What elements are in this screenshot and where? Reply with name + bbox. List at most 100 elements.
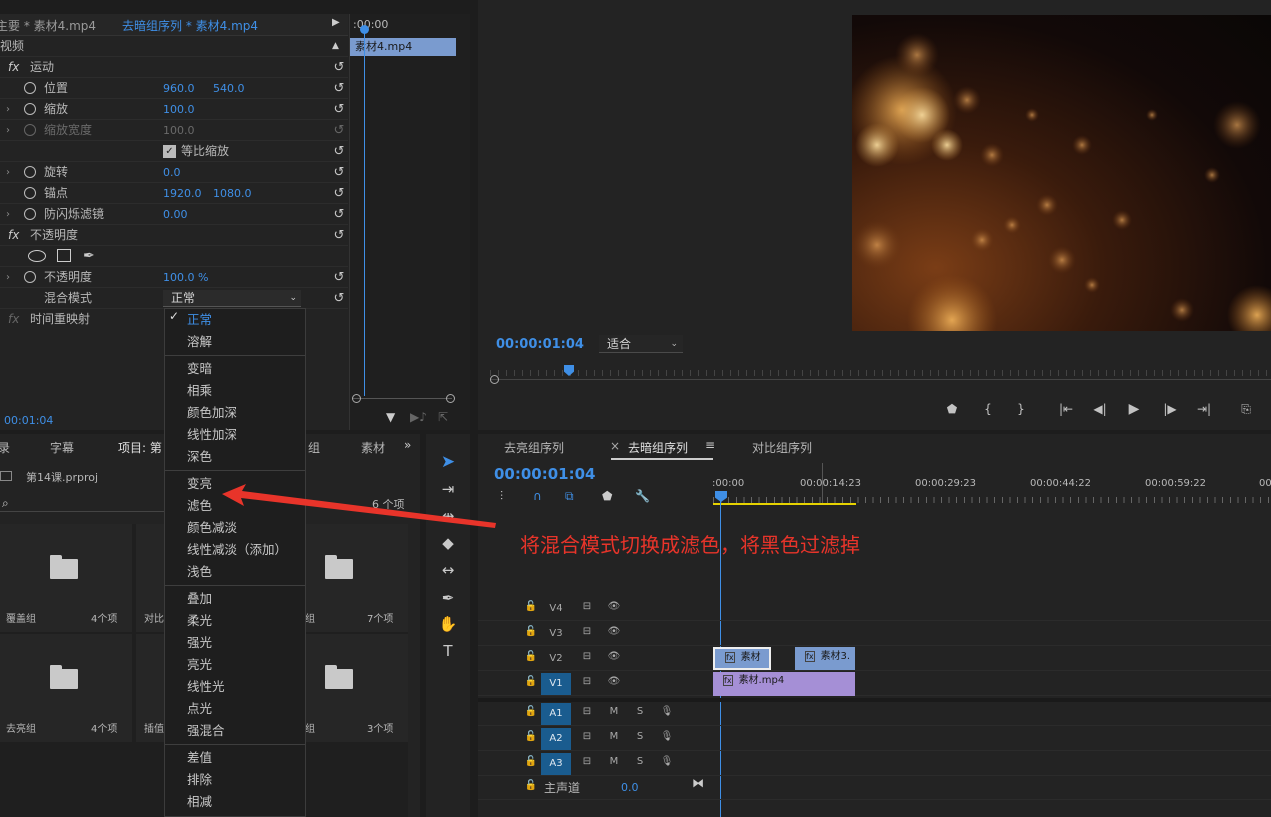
- mark-in-icon[interactable]: {: [976, 399, 1000, 419]
- play-icon[interactable]: ▶: [1122, 399, 1146, 419]
- reset-icon[interactable]: ↺: [330, 288, 348, 309]
- mute-button[interactable]: M: [603, 702, 625, 722]
- blend-menu-item[interactable]: 点光: [165, 698, 305, 720]
- eye-icon[interactable]: 👁: [603, 622, 625, 642]
- stopwatch-icon[interactable]: [24, 208, 36, 220]
- tab-main-clip[interactable]: 主要 * 素材4.mp4: [0, 17, 96, 34]
- fx-icon[interactable]: fx: [8, 225, 19, 246]
- program-video-frame[interactable]: [852, 15, 1271, 331]
- mini-clip[interactable]: 素材4.mp4: [350, 38, 456, 56]
- solo-button[interactable]: S: [629, 752, 651, 772]
- wrench-icon[interactable]: 🔧: [635, 489, 650, 503]
- blend-menu-item[interactable]: 相减: [165, 791, 305, 813]
- uniform-scale-checkbox[interactable]: ✓: [163, 145, 176, 158]
- step-forward-icon[interactable]: |▶: [1158, 399, 1182, 419]
- step-back-icon[interactable]: ◀|: [1088, 399, 1112, 419]
- bin-tile[interactable]: 对比: [136, 524, 166, 632]
- clip-v2-a[interactable]: fx 素材: [713, 647, 771, 670]
- project-search-input[interactable]: [0, 511, 165, 512]
- mic-icon[interactable]: 🎙: [656, 752, 678, 772]
- blend-menu-item[interactable]: 变暗: [165, 358, 305, 380]
- reset-icon[interactable]: ↺: [330, 204, 348, 225]
- tab-seq-compare[interactable]: 对比组序列: [752, 439, 812, 456]
- lock-icon[interactable]: 🔓: [520, 597, 542, 617]
- eye-icon[interactable]: 👁: [603, 672, 625, 692]
- solo-button[interactable]: S: [629, 702, 651, 722]
- blend-menu-item[interactable]: 正常: [165, 309, 305, 331]
- blend-mode-menu[interactable]: ✓ 正常 溶解 变暗 相乘 颜色加深 线性加深 深色 变亮 滤色 颜色减淡 线性减淡（添加） 浅色 叠加柔…: [164, 308, 306, 817]
- clip-v1[interactable]: fx 素材.mp4: [713, 672, 855, 696]
- anchor-y[interactable]: 1080.0: [213, 183, 252, 204]
- play-only-icon[interactable]: ▶: [332, 17, 340, 28]
- eye-icon[interactable]: 👁: [603, 597, 625, 617]
- track-name[interactable]: V1: [541, 673, 571, 695]
- stopwatch-icon[interactable]: [24, 271, 36, 283]
- snap-icon[interactable]: ∩: [533, 489, 542, 503]
- sync-lock-icon[interactable]: ⊟: [576, 672, 598, 692]
- scale-value[interactable]: 100.0: [163, 99, 195, 120]
- scrubber-start-handle[interactable]: [490, 375, 499, 384]
- lock-icon[interactable]: 🔓: [520, 752, 542, 772]
- stopwatch-icon[interactable]: [24, 103, 36, 115]
- position-x[interactable]: 960.0: [163, 78, 195, 99]
- go-to-out-icon[interactable]: ⇥|: [1192, 399, 1216, 419]
- mini-scroll-right[interactable]: [446, 394, 455, 403]
- tab-captions[interactable]: 字幕: [50, 439, 74, 456]
- rect-mask-icon[interactable]: [57, 249, 71, 262]
- blend-menu-item[interactable]: 强光: [165, 632, 305, 654]
- tab-group[interactable]: 组: [308, 439, 320, 456]
- go-to-in-icon[interactable]: |⇤: [1054, 399, 1078, 419]
- effect-motion[interactable]: fx 运动 ↺: [0, 57, 348, 78]
- blend-menu-item[interactable]: 差值: [165, 747, 305, 769]
- flicker-value[interactable]: 0.00: [163, 204, 188, 225]
- sync-lock-icon[interactable]: ⊟: [576, 622, 598, 642]
- collapse-icon[interactable]: ▲: [332, 36, 339, 57]
- export-icon[interactable]: ⇱: [438, 410, 448, 424]
- fit-dropdown[interactable]: 适合 ⌄: [599, 335, 683, 353]
- search-icon[interactable]: ⌕: [2, 496, 9, 511]
- stopwatch-icon[interactable]: [24, 187, 36, 199]
- mini-scroll-left[interactable]: [352, 394, 361, 403]
- blend-menu-item[interactable]: 线性光: [165, 676, 305, 698]
- mute-button[interactable]: M: [603, 752, 625, 772]
- tab-seq-dark[interactable]: 去暗组序列: [628, 439, 688, 456]
- go-to-end-icon[interactable]: ⧓: [692, 776, 704, 790]
- tab-seq-bright[interactable]: 去亮组序列: [504, 439, 564, 456]
- bin-tile[interactable]: 覆盖组 4个项: [0, 524, 132, 632]
- tab-partial[interactable]: 录: [0, 439, 10, 456]
- program-scrubber[interactable]: [490, 364, 1271, 386]
- sync-lock-icon[interactable]: ⊟: [576, 702, 598, 722]
- tab-sequence-clip[interactable]: 去暗组序列 * 素材4.mp4: [122, 17, 258, 34]
- mini-scroll[interactable]: [352, 398, 452, 399]
- track-name[interactable]: V4: [541, 598, 571, 620]
- mic-icon[interactable]: 🎙: [656, 702, 678, 722]
- sync-lock-icon[interactable]: ⊟: [576, 597, 598, 617]
- stopwatch-icon[interactable]: [24, 82, 36, 94]
- export-frame-icon[interactable]: ⎘: [1234, 399, 1258, 419]
- reset-icon[interactable]: ↺: [330, 267, 348, 288]
- filter-icon[interactable]: ▼: [386, 410, 395, 424]
- close-icon[interactable]: ×: [610, 439, 620, 453]
- track-name[interactable]: A3: [541, 753, 571, 775]
- hand-tool-icon[interactable]: ✋: [436, 612, 460, 636]
- track-name[interactable]: V2: [541, 648, 571, 670]
- reset-icon[interactable]: ↺: [330, 99, 348, 120]
- position-y[interactable]: 540.0: [213, 78, 245, 99]
- bin-tile[interactable]: 组 3个项: [305, 634, 408, 742]
- pen-tool-icon[interactable]: ✒: [436, 586, 460, 610]
- mini-playhead[interactable]: [364, 28, 365, 396]
- anchor-x[interactable]: 1920.0: [163, 183, 202, 204]
- reset-icon[interactable]: ↺: [330, 225, 348, 246]
- blend-mode-dropdown[interactable]: 正常 ⌄: [163, 290, 301, 307]
- blend-menu-item[interactable]: 柔光: [165, 610, 305, 632]
- effect-opacity[interactable]: fx 不透明度 ↺: [0, 225, 348, 246]
- master-value[interactable]: 0.0: [621, 781, 639, 794]
- solo-button[interactable]: S: [629, 727, 651, 747]
- expand-icon[interactable]: ›: [6, 120, 10, 141]
- expand-icon[interactable]: ›: [6, 204, 10, 225]
- add-marker-icon[interactable]: ⬟: [602, 489, 612, 503]
- sync-lock-icon[interactable]: ⊟: [576, 727, 598, 747]
- blend-menu-item[interactable]: 叠加: [165, 588, 305, 610]
- stopwatch-icon[interactable]: [24, 166, 36, 178]
- program-timecode[interactable]: 00:00:01:04: [496, 337, 584, 352]
